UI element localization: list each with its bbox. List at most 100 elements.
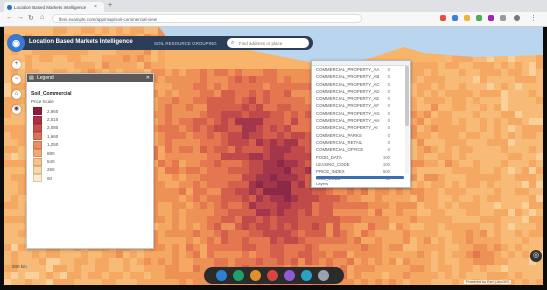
search-icon: ⌕ <box>231 39 235 46</box>
layer-value: 0 <box>387 74 390 80</box>
browser-menu-icon[interactable]: ⋮ <box>530 14 537 22</box>
layer-name: COMMERCIAL_RETAIL <box>316 139 363 145</box>
legend-item: 2,510 <box>33 115 153 124</box>
layer-list-item[interactable]: COMMERCIAL_PROPERTY_AI 0 <box>312 124 410 131</box>
layer-value: 0 <box>387 88 390 94</box>
layer-list-item[interactable]: COMMERCIAL_PARKS 0 <box>312 132 410 139</box>
layer-value: 0 <box>387 110 390 116</box>
layer-list-item[interactable]: COMMERCIAL_PROPERTY_AE 0 <box>312 95 410 102</box>
layer-list-item[interactable]: COMMERCIAL_PROPERTY_AA 0 <box>312 66 410 73</box>
layer-name: FOOD_DATA <box>316 154 342 160</box>
layer-value: 0 <box>387 139 390 145</box>
legend-item-label: 2,080 <box>47 125 59 131</box>
layer-list-item[interactable]: COMMERCIAL_PROPERTY_AD 0 <box>312 88 410 95</box>
layer-name: COMMERCIAL_PROPERTY_AI <box>316 125 378 131</box>
legend-item-label: 60 <box>47 175 53 181</box>
legend-swatch <box>33 123 42 132</box>
layer-list-item[interactable]: COMMERCIAL_OFFICE 0 <box>312 146 410 153</box>
dock-widget-button[interactable] <box>250 270 261 281</box>
layer-name: COMMERCIAL_PROPERTY_AD <box>316 88 380 94</box>
back-arrow-icon[interactable]: ← <box>6 14 13 21</box>
layer-list-item[interactable]: COMMERCIAL_PROPERTY_AH 0 <box>312 117 410 124</box>
legend-item-label: 260 <box>47 167 55 173</box>
dock-widget-button[interactable] <box>301 270 312 281</box>
layer-list-item[interactable]: COMMERCIAL_PROPERTY_AC 0 <box>312 81 410 88</box>
profile-avatar[interactable] <box>514 15 520 21</box>
legend-item: 540 <box>33 157 153 166</box>
extension-icon[interactable] <box>440 15 446 21</box>
layer-value: 0 <box>387 67 390 72</box>
extension-icon[interactable] <box>488 15 494 21</box>
reload-icon[interactable]: ↻ <box>28 14 34 22</box>
layer-list-scrollbar[interactable] <box>405 66 409 174</box>
layer-value: 100 <box>382 161 390 167</box>
layer-value: 500 <box>382 169 390 175</box>
browser-tab-bar: Location Based Markets Intelligence × + <box>0 0 547 12</box>
app-title: Location Based Markets Intelligence <box>29 39 133 45</box>
dock-widget-button[interactable] <box>318 270 329 281</box>
extension-icon[interactable] <box>500 15 506 21</box>
layer-list-item[interactable]: LEASING_CODE 100 <box>312 161 410 168</box>
zoom-out-button[interactable]: − <box>12 75 21 84</box>
legend-item-label: 1,250 <box>47 142 59 148</box>
map-attribution: Powered by Esri | ArcGIS <box>464 280 511 284</box>
app-logo-icon: ◉ <box>7 34 25 52</box>
layer-list-item[interactable]: COMMERCIAL_RETAIL 0 <box>312 139 410 146</box>
legend-swatch <box>33 140 42 149</box>
locate-button[interactable]: ◉ <box>12 105 21 114</box>
legend-panel: ▤ Legend ✕ Soil_Commercial Price Scale 2… <box>26 73 154 249</box>
layer-value: 0 <box>387 96 390 102</box>
legend-item: 260 <box>33 165 153 174</box>
address-bar-area: ← → ↻ ⌂ lbmi.example.com/app/map/soil-co… <box>0 12 547 27</box>
layer-name: COMMERCIAL_PARKS <box>316 132 362 138</box>
layer-value: 0 <box>387 132 390 138</box>
layer-list-item[interactable]: COMMERCIAL_PROPERTY_AB 0 <box>312 73 410 80</box>
layer-list-item[interactable]: COMMERCIAL_PROPERTY_AG 0 <box>312 110 410 117</box>
extension-icon[interactable] <box>476 15 482 21</box>
tab-close-icon[interactable]: × <box>94 4 97 10</box>
tab-favicon-icon <box>7 4 12 10</box>
dock-widget-button[interactable] <box>267 270 278 281</box>
legend-item: 880 <box>33 149 153 158</box>
layer-name: COMMERCIAL_PROPERTY_AE <box>316 96 380 102</box>
legend-swatch <box>33 115 42 124</box>
dock-widget-button[interactable] <box>233 270 244 281</box>
forward-arrow-icon[interactable]: → <box>17 14 24 21</box>
legend-swatch <box>33 174 42 183</box>
browser-tab[interactable]: Location Based Markets Intelligence × <box>4 2 104 12</box>
layer-list-item[interactable]: COMMERCIAL_PROPERTY_AF 0 <box>312 102 410 109</box>
legend-item: 2,080 <box>33 123 153 132</box>
extension-icon[interactable] <box>464 15 470 21</box>
url-field[interactable]: lbmi.example.com/app/map/soil-commercial… <box>52 14 362 23</box>
layer-name: COMMERCIAL_PROPERTY_AG <box>316 110 380 116</box>
zoom-in-button[interactable]: + <box>12 60 21 69</box>
legend-header-label: Legend <box>37 75 54 81</box>
layer-name: COMMERCIAL_PROPERTY_AA <box>316 67 380 72</box>
layer-list-footer: Layers <box>316 181 329 186</box>
gps-locate-icon[interactable]: ◎ <box>530 250 542 262</box>
layer-name: COMMERCIAL_PROPERTY_AC <box>316 81 380 87</box>
legend-item: 2,960 <box>33 107 153 116</box>
app-subtitle: SOIL RESOURCE GROUPING <box>154 40 217 46</box>
legend-swatch <box>33 107 42 116</box>
legend-item-label: 2,960 <box>47 108 59 114</box>
extension-icon[interactable] <box>452 15 458 21</box>
home-icon[interactable]: ⌂ <box>40 14 44 21</box>
dock-widget-button[interactable] <box>216 270 227 281</box>
home-extent-button[interactable]: ⌂ <box>12 90 21 99</box>
layer-value: 0 <box>387 147 390 153</box>
layer-value: 100 <box>382 154 390 160</box>
search-input[interactable] <box>227 38 309 48</box>
widget-dock <box>204 267 344 284</box>
layer-list-panel: COMMERCIAL_PROPERTY_AA 0 COMMERCIAL_PROPER… <box>311 60 411 188</box>
layer-list-item[interactable]: PRICE_INDEX 500 <box>312 168 410 175</box>
legend-swatch <box>33 149 42 158</box>
dock-widget-button[interactable] <box>284 270 295 281</box>
app-header: ◉ Location Based Markets Intelligence SO… <box>7 34 313 52</box>
close-icon[interactable]: ✕ <box>146 74 150 82</box>
legend-item: 1,660 <box>33 132 153 141</box>
layer-list-item[interactable]: FOOD_DATA 100 <box>312 154 410 161</box>
new-tab-button[interactable]: + <box>108 2 112 9</box>
legend-field-label: Price Scale <box>31 99 54 104</box>
layer-name: COMMERCIAL_PROPERTY_AB <box>316 74 380 80</box>
